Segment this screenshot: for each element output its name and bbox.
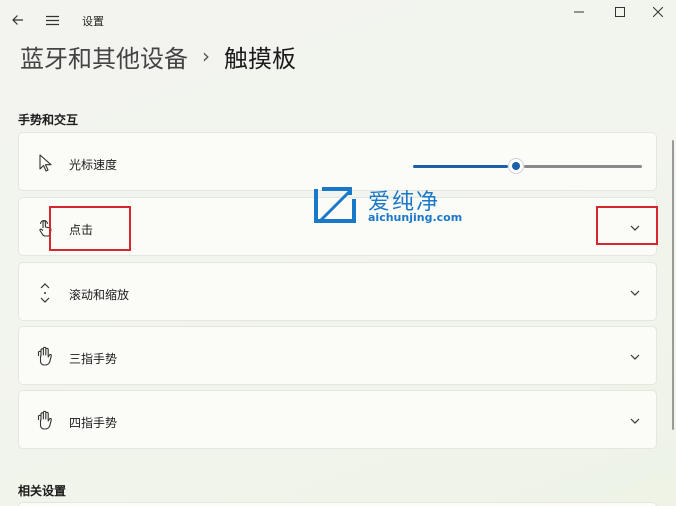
slider-thumb[interactable] xyxy=(508,158,524,174)
scroll-zoom-card[interactable]: 滚动和缩放 xyxy=(18,262,657,321)
menu-button[interactable] xyxy=(42,10,62,30)
minimize-button[interactable] xyxy=(565,2,593,22)
annotation-highlight-chevron xyxy=(596,206,658,245)
close-icon xyxy=(653,7,663,17)
three-finger-label: 三指手势 xyxy=(69,352,118,366)
related-settings-card[interactable] xyxy=(18,502,657,506)
breadcrumb-parent-link[interactable]: 蓝牙和其他设备 xyxy=(20,39,188,74)
cursor-icon xyxy=(35,153,55,173)
three-finger-card[interactable]: 三指手势 xyxy=(18,326,657,385)
arrow-left-icon xyxy=(12,15,23,25)
watermark: 爱纯净 aichunjing.com xyxy=(312,184,472,228)
slider-fill xyxy=(413,165,508,168)
app-title: 设置 xyxy=(82,15,104,28)
slider-track xyxy=(524,165,642,168)
maximize-icon xyxy=(615,7,625,17)
scroll-zoom-label: 滚动和缩放 xyxy=(69,288,130,302)
watermark-logo-icon xyxy=(314,187,356,223)
minimize-icon xyxy=(574,11,584,13)
chevron-down-icon[interactable] xyxy=(628,350,642,364)
four-finger-card[interactable]: 四指手势 xyxy=(18,390,657,449)
breadcrumb-separator: › xyxy=(202,44,210,68)
cursor-speed-label: 光标速度 xyxy=(69,158,118,172)
cursor-speed-card: 光标速度 xyxy=(18,132,657,191)
scrollbar[interactable] xyxy=(672,140,674,430)
scroll-arrows-icon xyxy=(35,283,55,303)
back-button[interactable] xyxy=(8,10,28,30)
four-finger-label: 四指手势 xyxy=(69,416,118,430)
three-finger-hand-icon xyxy=(35,346,55,366)
chevron-down-icon[interactable] xyxy=(628,286,642,300)
hamburger-icon xyxy=(45,15,59,25)
four-finger-hand-icon xyxy=(35,410,55,430)
chevron-down-icon[interactable] xyxy=(628,414,642,428)
page-title: 触摸板 xyxy=(224,44,296,73)
breadcrumb: 蓝牙和其他设备 › 触摸板 xyxy=(20,38,296,74)
close-button[interactable] xyxy=(644,2,672,22)
section-title-related: 相关设置 xyxy=(18,484,67,498)
cursor-speed-slider[interactable] xyxy=(413,158,642,174)
annotation-highlight-tap xyxy=(49,206,131,251)
maximize-button[interactable] xyxy=(606,2,634,22)
watermark-url: aichunjing.com xyxy=(368,211,463,224)
title-bar: 设置 xyxy=(0,0,676,38)
section-title-gestures: 手势和交互 xyxy=(18,113,79,127)
